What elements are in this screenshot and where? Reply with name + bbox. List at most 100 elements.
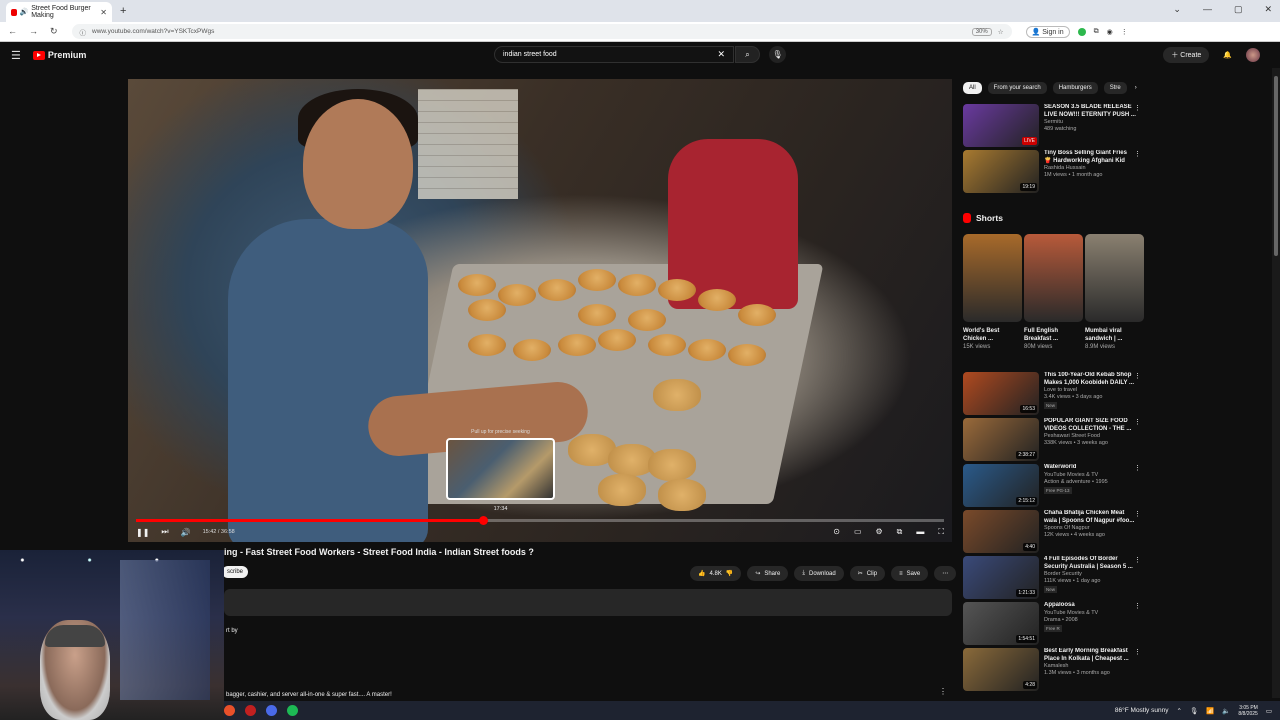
download-button[interactable]: ⤓ Download	[794, 566, 844, 581]
sidebar-video[interactable]: LIVE SEASON 3.5 BLADE RELEASE LIVE NOW!!!…	[963, 104, 1143, 148]
hamburger-menu-icon[interactable]: ☰	[11, 49, 21, 62]
close-window-icon[interactable]: ✕	[1264, 4, 1272, 15]
filter-chip[interactable]: Hamburgers	[1052, 82, 1098, 94]
description-box[interactable]	[224, 589, 952, 616]
sidebar-video[interactable]: 19:19 Tiny Boss Selling Giant Fries 🍟 Har…	[963, 150, 1143, 194]
channel-name[interactable]: Peshawari Street Food	[1044, 433, 1136, 440]
video-thumbnail[interactable]: 16:53	[963, 372, 1039, 415]
app-icon[interactable]	[245, 705, 256, 716]
video-thumbnail[interactable]: 1:21:33	[963, 556, 1039, 599]
video-title[interactable]: Chaha Bhatija Chicken Meat wala | Spoons…	[1044, 510, 1136, 525]
video-player[interactable]: Pull up for precise seeking 17:34 ❚❚ ⏭ 🔊…	[128, 79, 952, 542]
more-options-icon[interactable]: ⋮	[1134, 602, 1141, 610]
short-thumbnail[interactable]	[963, 234, 1022, 322]
miniplayer-icon[interactable]: ⧉	[897, 527, 903, 537]
extensions-icon[interactable]: ⧉	[1094, 28, 1099, 36]
sort-by-button[interactable]: rt by	[226, 628, 238, 634]
tray-chevron-icon[interactable]: ⌃	[1176, 707, 1181, 715]
zoom-indicator[interactable]: 30%	[971, 27, 992, 36]
search-input[interactable]: indian street food ✕	[494, 46, 734, 63]
video-title[interactable]: Tiny Boss Selling Giant Fries 🍟 Hardwork…	[1044, 150, 1136, 165]
channel-name[interactable]: Border Security	[1044, 571, 1136, 578]
video-title[interactable]: This 100-Year-Old Kebab Shop Makes 1,000…	[1044, 372, 1136, 387]
video-title[interactable]: Waterworld	[1044, 464, 1136, 472]
notifications-bell-icon[interactable]: 🔔	[1223, 51, 1232, 59]
search-button[interactable]: ⌕	[735, 46, 760, 63]
page-scrollbar[interactable]	[1272, 68, 1280, 698]
profile-icon[interactable]: ◉	[1107, 28, 1113, 36]
next-icon[interactable]: ⏭	[161, 527, 168, 537]
video-title[interactable]: POPULAR GIANT SIZE FOOD VIDEOS COLLECTIO…	[1044, 418, 1136, 433]
youtube-premium-logo[interactable]: Premium	[32, 50, 86, 60]
short-title[interactable]: Mumbai viral sandwich | ...	[1085, 327, 1140, 343]
autoplay-toggle-icon[interactable]: ⊙	[833, 527, 840, 537]
app-icon[interactable]	[224, 705, 235, 716]
video-title[interactable]: Appaloosa	[1044, 602, 1136, 610]
channel-name[interactable]: Rashida Hussain	[1044, 165, 1136, 172]
like-button[interactable]: 👍 4.8K 👎	[690, 566, 742, 581]
short-thumbnail[interactable]	[1024, 234, 1083, 322]
pause-icon[interactable]: ❚❚	[136, 528, 149, 537]
clock[interactable]: 3:05 PM 8/8/2025	[1238, 705, 1257, 717]
url-field[interactable]: ⓘ www.youtube.com/watch?v=YSKTcxPWgs 30%…	[71, 24, 1012, 39]
spotify-icon[interactable]	[287, 705, 298, 716]
video-title[interactable]: SEASON 3.5 BLADE RELEASE LIVE NOW!!! ETE…	[1044, 104, 1136, 119]
minimize-icon[interactable]: —	[1203, 4, 1212, 15]
sidebar-video[interactable]: 2:38:27 POPULAR GIANT SIZE FOOD VIDEOS CO…	[963, 418, 1143, 462]
extension-icon[interactable]	[1077, 27, 1086, 36]
more-options-icon[interactable]: ⋮	[1134, 648, 1141, 656]
sidebar-video[interactable]: 4:28 Best Early Morning Breakfast Place I…	[963, 648, 1143, 692]
more-options-icon[interactable]: ⋮	[1134, 418, 1141, 426]
more-options-icon[interactable]: ⋮	[1134, 464, 1141, 472]
voice-search-button[interactable]: 🎙	[769, 46, 786, 63]
video-thumbnail[interactable]: 4:40	[963, 510, 1039, 553]
channel-name[interactable]: Spoons Of Nagpur	[1044, 525, 1136, 532]
short-title[interactable]: Full English Breakfast ...	[1024, 327, 1079, 343]
clip-button[interactable]: ✂ Clip	[849, 566, 886, 581]
bookmark-star-icon[interactable]: ☆	[998, 28, 1004, 36]
weather-widget[interactable]: 86°F Mostly sunny	[1115, 707, 1169, 714]
tab-close-icon[interactable]: ✕	[100, 8, 107, 17]
speaker-icon[interactable]: 🔈	[1222, 707, 1230, 715]
channel-name[interactable]: Kamalesh	[1044, 663, 1136, 670]
video-thumbnail[interactable]: 19:19	[963, 150, 1039, 193]
more-actions-icon[interactable]: ⋯	[934, 566, 957, 581]
more-options-icon[interactable]: ⋮	[1134, 556, 1141, 564]
video-thumbnail[interactable]: 2:15:12	[963, 464, 1039, 507]
comment-menu-icon[interactable]: ⋮	[939, 687, 947, 696]
fullscreen-icon[interactable]: ⛶	[938, 527, 944, 537]
sidebar-video[interactable]: 2:15:12 Waterworld YouTube Movies & TV Acti…	[963, 464, 1143, 508]
sidebar-video[interactable]: 1:21:33 4 Full Episodes Of Border Securit…	[963, 556, 1143, 600]
new-tab-icon[interactable]: +	[120, 5, 126, 17]
browser-menu-icon[interactable]: ⋮	[1121, 28, 1128, 36]
dropdown-icon[interactable]: ⌄	[1173, 4, 1181, 15]
channel-name[interactable]: Love to travel	[1044, 387, 1136, 394]
captions-icon[interactable]: ▭	[854, 527, 862, 537]
clear-search-icon[interactable]: ✕	[717, 49, 725, 60]
create-button[interactable]: ＋ Create	[1163, 47, 1210, 63]
filter-chip[interactable]: From your search	[987, 82, 1047, 94]
more-options-icon[interactable]: ⋮	[1134, 104, 1141, 112]
filter-chip[interactable]: All	[963, 82, 982, 94]
thumbs-down-icon[interactable]: 👎	[726, 570, 733, 577]
short-thumbnail[interactable]	[1085, 234, 1144, 322]
site-info-icon[interactable]: ⓘ	[80, 27, 87, 37]
app-icon[interactable]	[266, 705, 277, 716]
more-options-icon[interactable]: ⋮	[1134, 150, 1141, 158]
more-options-icon[interactable]: ⋮	[1134, 510, 1141, 518]
sidebar-video[interactable]: 16:53 This 100-Year-Old Kebab Shop Makes …	[963, 372, 1143, 416]
notification-icon[interactable]: ▭	[1266, 707, 1272, 715]
browser-tab[interactable]: 🔊 Street Food Burger Making ✕	[6, 2, 112, 22]
save-button[interactable]: ≡ Save	[891, 566, 929, 581]
reload-icon[interactable]: ↻	[50, 26, 58, 37]
video-thumbnail[interactable]: 2:38:27	[963, 418, 1039, 461]
mic-tray-icon[interactable]: 🎙	[1190, 707, 1198, 715]
short-title[interactable]: World's Best Chicken ...	[963, 327, 1018, 343]
browser-signin-button[interactable]: 👤 Sign in	[1025, 25, 1070, 38]
subscribe-button[interactable]: scribe	[222, 566, 249, 578]
sidebar-video[interactable]: 4:40 Chaha Bhatija Chicken Meat wala | Sp…	[963, 510, 1143, 554]
back-icon[interactable]: ←	[8, 26, 17, 37]
video-thumbnail[interactable]: 1:54:51	[963, 602, 1039, 645]
maximize-icon[interactable]: ▢	[1234, 4, 1243, 15]
avatar[interactable]	[1246, 48, 1260, 62]
